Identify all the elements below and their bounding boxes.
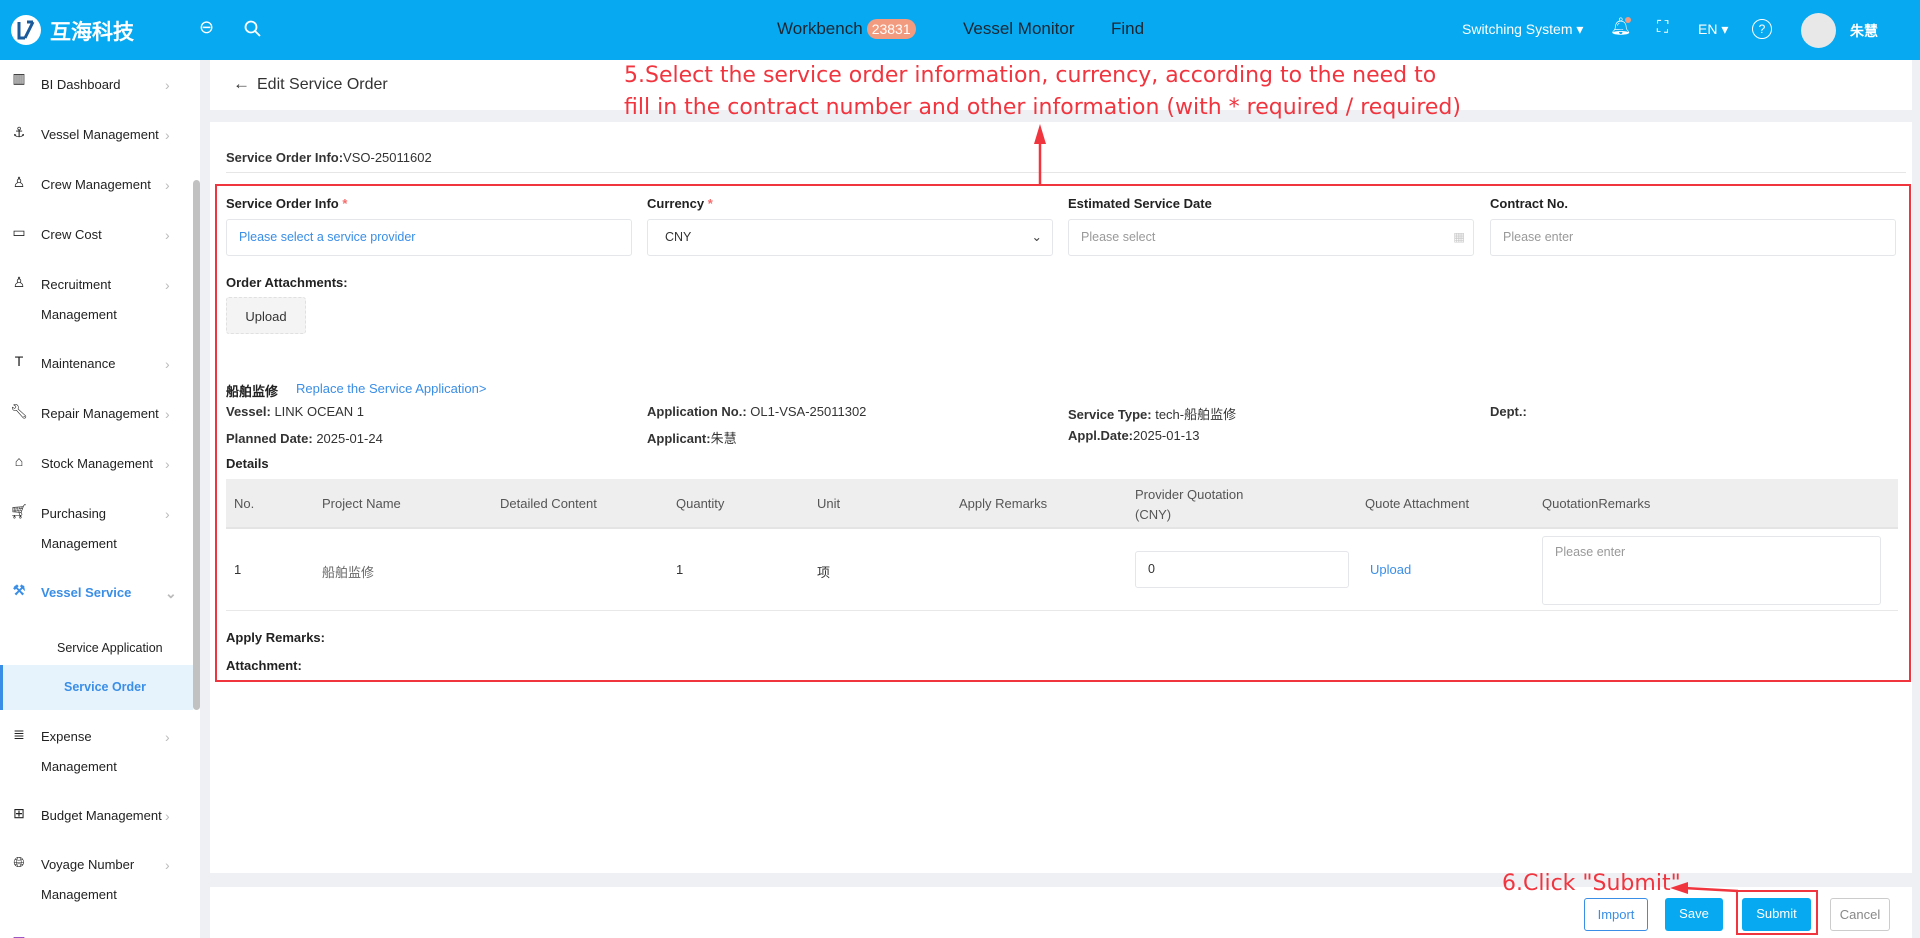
calendar-icon: ▦ [10,933,28,938]
top-header: 互海科技 ⊖ Workbench 23831 Vessel Monitor Fin… [0,0,1920,60]
warehouse-icon: ⌂ [14,453,24,469]
switching-system-dropdown[interactable]: Switching System ▾ [1462,21,1583,38]
chevron-right-icon: › [165,456,170,472]
annotation-submit-box [1736,890,1818,935]
import-button[interactable]: Import [1584,898,1648,931]
order-info-label: Service Order Info: [226,150,344,165]
save-button[interactable]: Save [1665,898,1723,931]
avatar[interactable] [1801,13,1836,48]
wrench-icon: 🔧︎ [10,403,28,419]
nav-find[interactable]: Find [1111,19,1144,39]
logo-text: 互海科技 [50,20,134,44]
sidebar-item-label: BI Dashboard [41,77,121,92]
user-add-icon: ♙ [12,274,26,290]
globe-icon: 🌐︎ [13,854,25,870]
chevron-right-icon: › [165,729,170,745]
anchor-icon: ⚓︎ [12,124,26,140]
cancel-button[interactable]: Cancel [1830,898,1890,931]
sidebar-scrollbar[interactable] [193,180,200,710]
sidebar: ▥ BI Dashboard › ⚓︎ Vessel Management › ♙ Cre… [0,60,200,938]
nav-vessel-monitor[interactable]: Vessel Monitor [963,19,1075,39]
sidebar-item-label: Recruitment Management [41,277,117,322]
order-info-header: Service Order Info:VSO-25011602 [226,150,432,165]
help-icon[interactable]: ? [1752,19,1772,39]
chevron-right-icon: › [165,808,170,824]
user-name[interactable]: 朱慧 [1850,21,1878,41]
annotation-step5-line1: 5.Select the service order information, … [624,63,1437,88]
notification-dot [1625,17,1631,23]
chevron-down-icon: ⌄ [165,585,177,601]
annotation-arrow-left [1670,882,1739,894]
calculator-icon: ⊞ [13,805,25,821]
database-icon: ≣ [13,726,25,742]
chevron-right-icon: › [165,77,170,93]
sidebar-item-label: Voyage Number Management [41,857,135,902]
bar-chart-icon: ▥ [12,70,26,86]
back-circle-icon[interactable]: ⊖ [199,17,214,38]
chevron-right-icon: › [165,506,170,522]
nav-workbench[interactable]: Workbench 23831 [777,19,916,39]
nav-workbench-label: Workbench [777,19,863,38]
paint-roller-icon: ⚒︎ [12,582,26,598]
sidebar-item-label: Vessel Management [41,127,159,142]
sidebar-item-label: Expense Management [41,729,117,774]
sidebar-item-label: Repair Management [41,406,159,421]
sidebar-item-label: Crew Management [41,177,151,192]
annotation-arrow-up [1034,124,1046,184]
logo-icon [11,15,41,45]
chevron-right-icon: › [165,406,170,422]
switching-system-label: Switching System [1462,21,1573,37]
user-icon: ♙ [12,174,26,190]
annotation-step5-line2: fill in the contract number and other in… [624,95,1461,120]
language-dropdown[interactable]: EN ▾ [1698,21,1728,38]
sidebar-item-label: Budget Management [41,808,162,823]
wallet-icon: ▭ [12,224,26,240]
back-arrow-icon[interactable]: ← [233,74,250,94]
chevron-right-icon: › [165,857,170,873]
language-label: EN [1698,21,1718,37]
annotation-step6: 6.Click "Submit" [1502,871,1681,896]
sidebar-item-label: Vessel Service [41,585,132,600]
divider [226,172,1906,173]
chevron-right-icon: › [165,356,170,372]
hammer-icon: T [14,353,24,369]
fullscreen-icon[interactable]: ⛶ [1657,19,1668,37]
sidebar-subitem-service-order[interactable]: Service Order [0,665,193,710]
search-icon[interactable] [244,20,262,38]
sidebar-item-label: Maintenance [41,356,116,371]
sidebar-item-label: Vessel Report [41,929,161,938]
chevron-right-icon: › [165,227,170,243]
workbench-badge: 23831 [866,19,916,39]
chevron-right-icon: › [165,127,170,143]
cart-icon: 🛒︎ [10,503,28,519]
chevron-right-icon: › [165,177,170,193]
chevron-right-icon: › [165,277,170,293]
page-title: Edit Service Order [257,76,388,93]
annotation-highlight-box [215,184,1911,682]
order-info-value: VSO-25011602 [343,150,432,165]
sidebar-item-label: Crew Cost [41,227,102,242]
sidebar-item-label: Purchasing Management [41,506,117,551]
sidebar-item-label: Stock Management [41,456,154,471]
